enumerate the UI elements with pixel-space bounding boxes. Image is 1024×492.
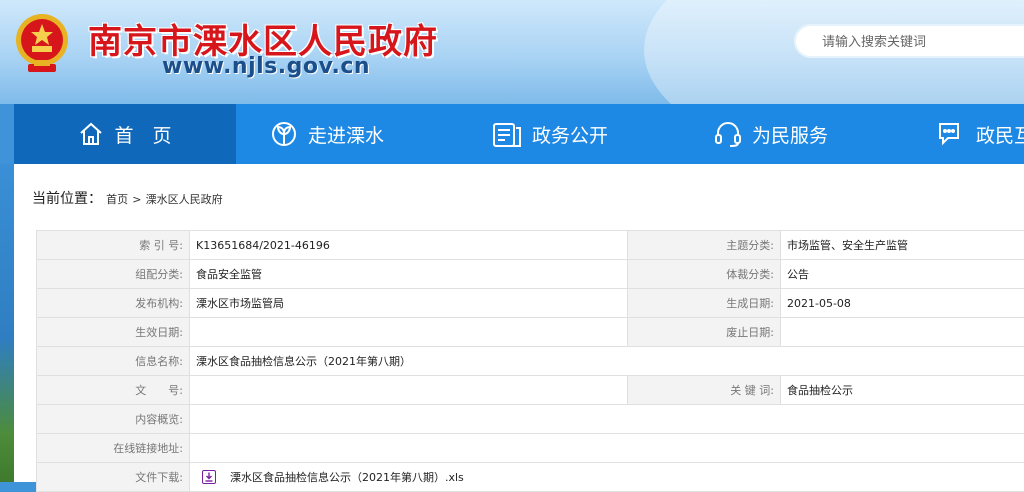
nav-item-about[interactable]: 走进溧水 (270, 104, 450, 164)
nav-item-services[interactable]: 为民服务 (714, 104, 894, 164)
download-label: 文件下载: (37, 463, 190, 492)
nav-item-label: 政务公开 (532, 121, 608, 148)
created-date-value: 2021-05-08 (781, 289, 1024, 318)
summary-value (190, 405, 1024, 434)
national-emblem-icon[interactable] (12, 12, 72, 76)
site-header: 南京市溧水区人民政府 www.njls.gov.cn (0, 0, 1024, 104)
breadcrumb-separator: > (132, 193, 141, 206)
keywords-label: 关 键 词: (628, 376, 781, 405)
table-row: 信息名称: 溧水区食品抽检信息公示（2021年第八期） (37, 347, 1024, 376)
topic-label: 主题分类: (628, 231, 781, 260)
table-row: 在线链接地址: (37, 434, 1024, 463)
download-link[interactable]: 溧水区食品抽检信息公示（2021年第八期）.xls (196, 469, 1024, 485)
metadata-table: 索 引 号: K13651684/2021-46196 主题分类: 市场监管、安… (36, 230, 1024, 492)
index-no-value: K13651684/2021-46196 (190, 231, 628, 260)
info-name-value: 溧水区食品抽检信息公示（2021年第八期） (190, 347, 1024, 376)
abolish-date-value (781, 318, 1024, 347)
chat-icon (936, 120, 966, 148)
table-row: 索 引 号: K13651684/2021-46196 主题分类: 市场监管、安… (37, 231, 1024, 260)
breadcrumb-label: 当前位置： (32, 191, 102, 207)
summary-label: 内容概览: (37, 405, 190, 434)
breadcrumb-home-link[interactable]: 首页 (106, 193, 128, 206)
nav-item-label: 为民服务 (752, 121, 828, 148)
main-nav: 首 页 走进溧水 政务公开 为民服务 政民互 (14, 104, 1024, 164)
content-panel: 当前位置： 首页 > 溧水区人民政府 索 引 号: K13651684/2021… (14, 164, 1024, 482)
effective-date-label: 生效日期: (37, 318, 190, 347)
topic-value: 市场监管、安全生产监管 (781, 231, 1024, 260)
nav-item-label: 首 页 (114, 121, 171, 148)
table-row: 组配分类: 食品安全监管 体裁分类: 公告 (37, 260, 1024, 289)
breadcrumb: 当前位置： 首页 > 溧水区人民政府 (32, 188, 223, 208)
publisher-label: 发布机构: (37, 289, 190, 318)
download-cell: 溧水区食品抽检信息公示（2021年第八期）.xls (190, 463, 1024, 492)
abolish-date-label: 废止日期: (628, 318, 781, 347)
genre-label: 体裁分类: (628, 260, 781, 289)
search-input[interactable] (820, 31, 1024, 53)
headset-icon (714, 120, 742, 148)
home-icon (78, 121, 104, 147)
search-box[interactable] (794, 24, 1024, 58)
table-row: 生效日期: 废止日期: (37, 318, 1024, 347)
table-row: 文件下载: 溧水区食品抽检信息公示（2021年第八期）.xls (37, 463, 1024, 492)
nav-item-interaction[interactable]: 政民互 (936, 104, 1024, 164)
index-no-label: 索 引 号: (37, 231, 190, 260)
side-decoration (0, 164, 14, 482)
nav-item-home[interactable]: 首 页 (14, 104, 236, 164)
org-category-value: 食品安全监管 (190, 260, 628, 289)
nav-item-label: 政民互 (976, 121, 1024, 148)
online-link-value (190, 434, 1024, 463)
org-category-label: 组配分类: (37, 260, 190, 289)
created-date-label: 生成日期: (628, 289, 781, 318)
table-row: 内容概览: (37, 405, 1024, 434)
leaf-icon (270, 120, 298, 148)
breadcrumb-current-link[interactable]: 溧水区人民政府 (146, 193, 223, 206)
table-row: 文 号: 关 键 词: 食品抽检公示 (37, 376, 1024, 405)
online-link-label: 在线链接地址: (37, 434, 190, 463)
nav-item-label: 走进溧水 (308, 121, 384, 148)
info-name-label: 信息名称: (37, 347, 190, 376)
nav-item-gov-affairs[interactable]: 政务公开 (492, 104, 672, 164)
effective-date-value (190, 318, 628, 347)
genre-value: 公告 (781, 260, 1024, 289)
publisher-value: 溧水区市场监管局 (190, 289, 628, 318)
doc-no-value (190, 376, 628, 405)
doc-no-label: 文 号: (37, 376, 190, 405)
download-file-name[interactable]: 溧水区食品抽检信息公示（2021年第八期）.xls (230, 469, 464, 485)
document-icon (492, 120, 522, 148)
site-url[interactable]: www.njls.gov.cn (162, 54, 370, 79)
keywords-value: 食品抽检公示 (781, 376, 1024, 405)
table-row: 发布机构: 溧水区市场监管局 生成日期: 2021-05-08 (37, 289, 1024, 318)
